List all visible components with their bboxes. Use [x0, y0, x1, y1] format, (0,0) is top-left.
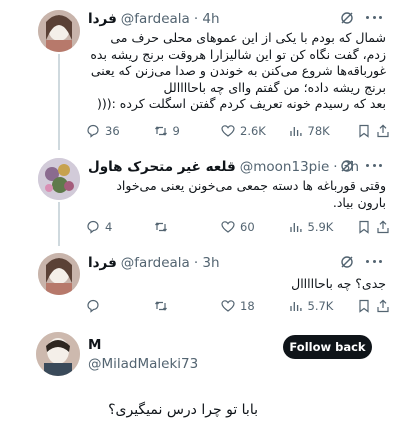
tweet-2[interactable]: قلعه غیر متحرک هاول @moon13pie · 3h وقتی…: [0, 148, 414, 246]
repost-button[interactable]: 9: [154, 124, 206, 138]
thread-line: [58, 54, 60, 150]
grok-icon[interactable]: [340, 255, 354, 269]
tweet-text: بابا تو چرا درس نمیگیری؟: [108, 402, 258, 418]
display-name[interactable]: M: [88, 337, 101, 353]
display-name[interactable]: قلعه غیر متحرک هاول: [88, 159, 236, 175]
reply-button[interactable]: 36: [86, 124, 138, 138]
views-icon: [289, 127, 302, 136]
more-icon[interactable]: [366, 16, 382, 20]
user-handle[interactable]: @moon13pie: [240, 159, 330, 175]
reply-count: 4: [105, 220, 113, 234]
display-name[interactable]: فردا: [88, 255, 117, 271]
views-icon: [289, 223, 302, 232]
repost-button[interactable]: [154, 299, 206, 313]
tweet-text: شمال که بودم با یکی از این عموهای محلی ح…: [90, 30, 386, 111]
repost-icon: [154, 301, 167, 311]
reply-icon: [87, 124, 99, 138]
repost-count: 9: [172, 124, 180, 138]
bookmark-icon[interactable]: [357, 299, 371, 313]
avatar[interactable]: [38, 158, 80, 200]
repost-icon: [154, 222, 167, 232]
reply-button[interactable]: 4: [86, 220, 138, 234]
user-handle[interactable]: @fardeala: [121, 11, 190, 27]
reply-button[interactable]: [86, 299, 138, 313]
views-button[interactable]: 5.9K: [289, 220, 341, 234]
avatar[interactable]: [36, 332, 80, 376]
like-button[interactable]: 18: [221, 299, 273, 313]
tweet-actions: 4 60 5.9K: [86, 218, 390, 236]
timestamp[interactable]: · 3h: [194, 255, 220, 271]
view-count: 5.7K: [307, 299, 334, 313]
tweet-1[interactable]: فردا @fardeala · 4h شمال که بودم با یکی …: [0, 0, 414, 150]
display-name[interactable]: فردا: [88, 11, 117, 27]
bookmark-share-group: [356, 299, 390, 313]
like-count: 18: [240, 299, 255, 313]
heart-icon: [221, 221, 235, 233]
more-icon[interactable]: [366, 164, 382, 168]
bookmark-share-group: [356, 124, 390, 138]
share-icon[interactable]: [376, 124, 390, 138]
tweet-text: جدی؟ چه باحااااال: [291, 276, 386, 291]
like-button[interactable]: 2.6K: [221, 124, 273, 138]
like-count: 60: [240, 220, 255, 234]
tweet-actions: 36 9 2.6K 78K: [86, 122, 390, 140]
tweet-3[interactable]: فردا @fardeala · 3h جدی؟ چه باحااااال 18…: [0, 244, 414, 324]
views-icon: [289, 302, 302, 311]
tweet-text: وقتی قورباغه ها دسته جمعی می‌خونن یعنی م…: [116, 178, 386, 210]
repost-button[interactable]: [154, 220, 206, 234]
avatar[interactable]: [38, 10, 80, 52]
thread-line: [58, 202, 60, 246]
grok-icon[interactable]: [340, 11, 354, 25]
bookmark-share-group: [356, 220, 390, 234]
grok-icon[interactable]: [340, 159, 354, 173]
user-handle[interactable]: @fardeala: [121, 255, 190, 271]
more-icon[interactable]: [366, 260, 382, 264]
heart-icon: [221, 300, 235, 312]
views-button[interactable]: 5.7K: [289, 299, 341, 313]
reply-icon: [87, 220, 99, 234]
like-count: 2.6K: [240, 124, 266, 138]
timestamp[interactable]: · 4h: [194, 11, 220, 27]
user-handle[interactable]: @MiladMaleki73: [88, 356, 198, 372]
tweet-actions: 18 5.7K: [86, 297, 390, 315]
repost-icon: [154, 126, 167, 136]
view-count: 5.9K: [307, 220, 334, 234]
reply-icon: [87, 299, 99, 313]
like-button[interactable]: 60: [221, 220, 273, 234]
avatar[interactable]: [38, 253, 80, 295]
bookmark-icon[interactable]: [357, 220, 371, 234]
reply-count: 36: [105, 124, 120, 138]
heart-icon: [221, 125, 235, 137]
share-icon[interactable]: [376, 299, 390, 313]
view-count: 78K: [307, 124, 330, 138]
follow-back-button[interactable]: Follow back: [283, 335, 372, 359]
share-icon[interactable]: [376, 220, 390, 234]
bookmark-icon[interactable]: [357, 124, 371, 138]
views-button[interactable]: 78K: [289, 124, 341, 138]
